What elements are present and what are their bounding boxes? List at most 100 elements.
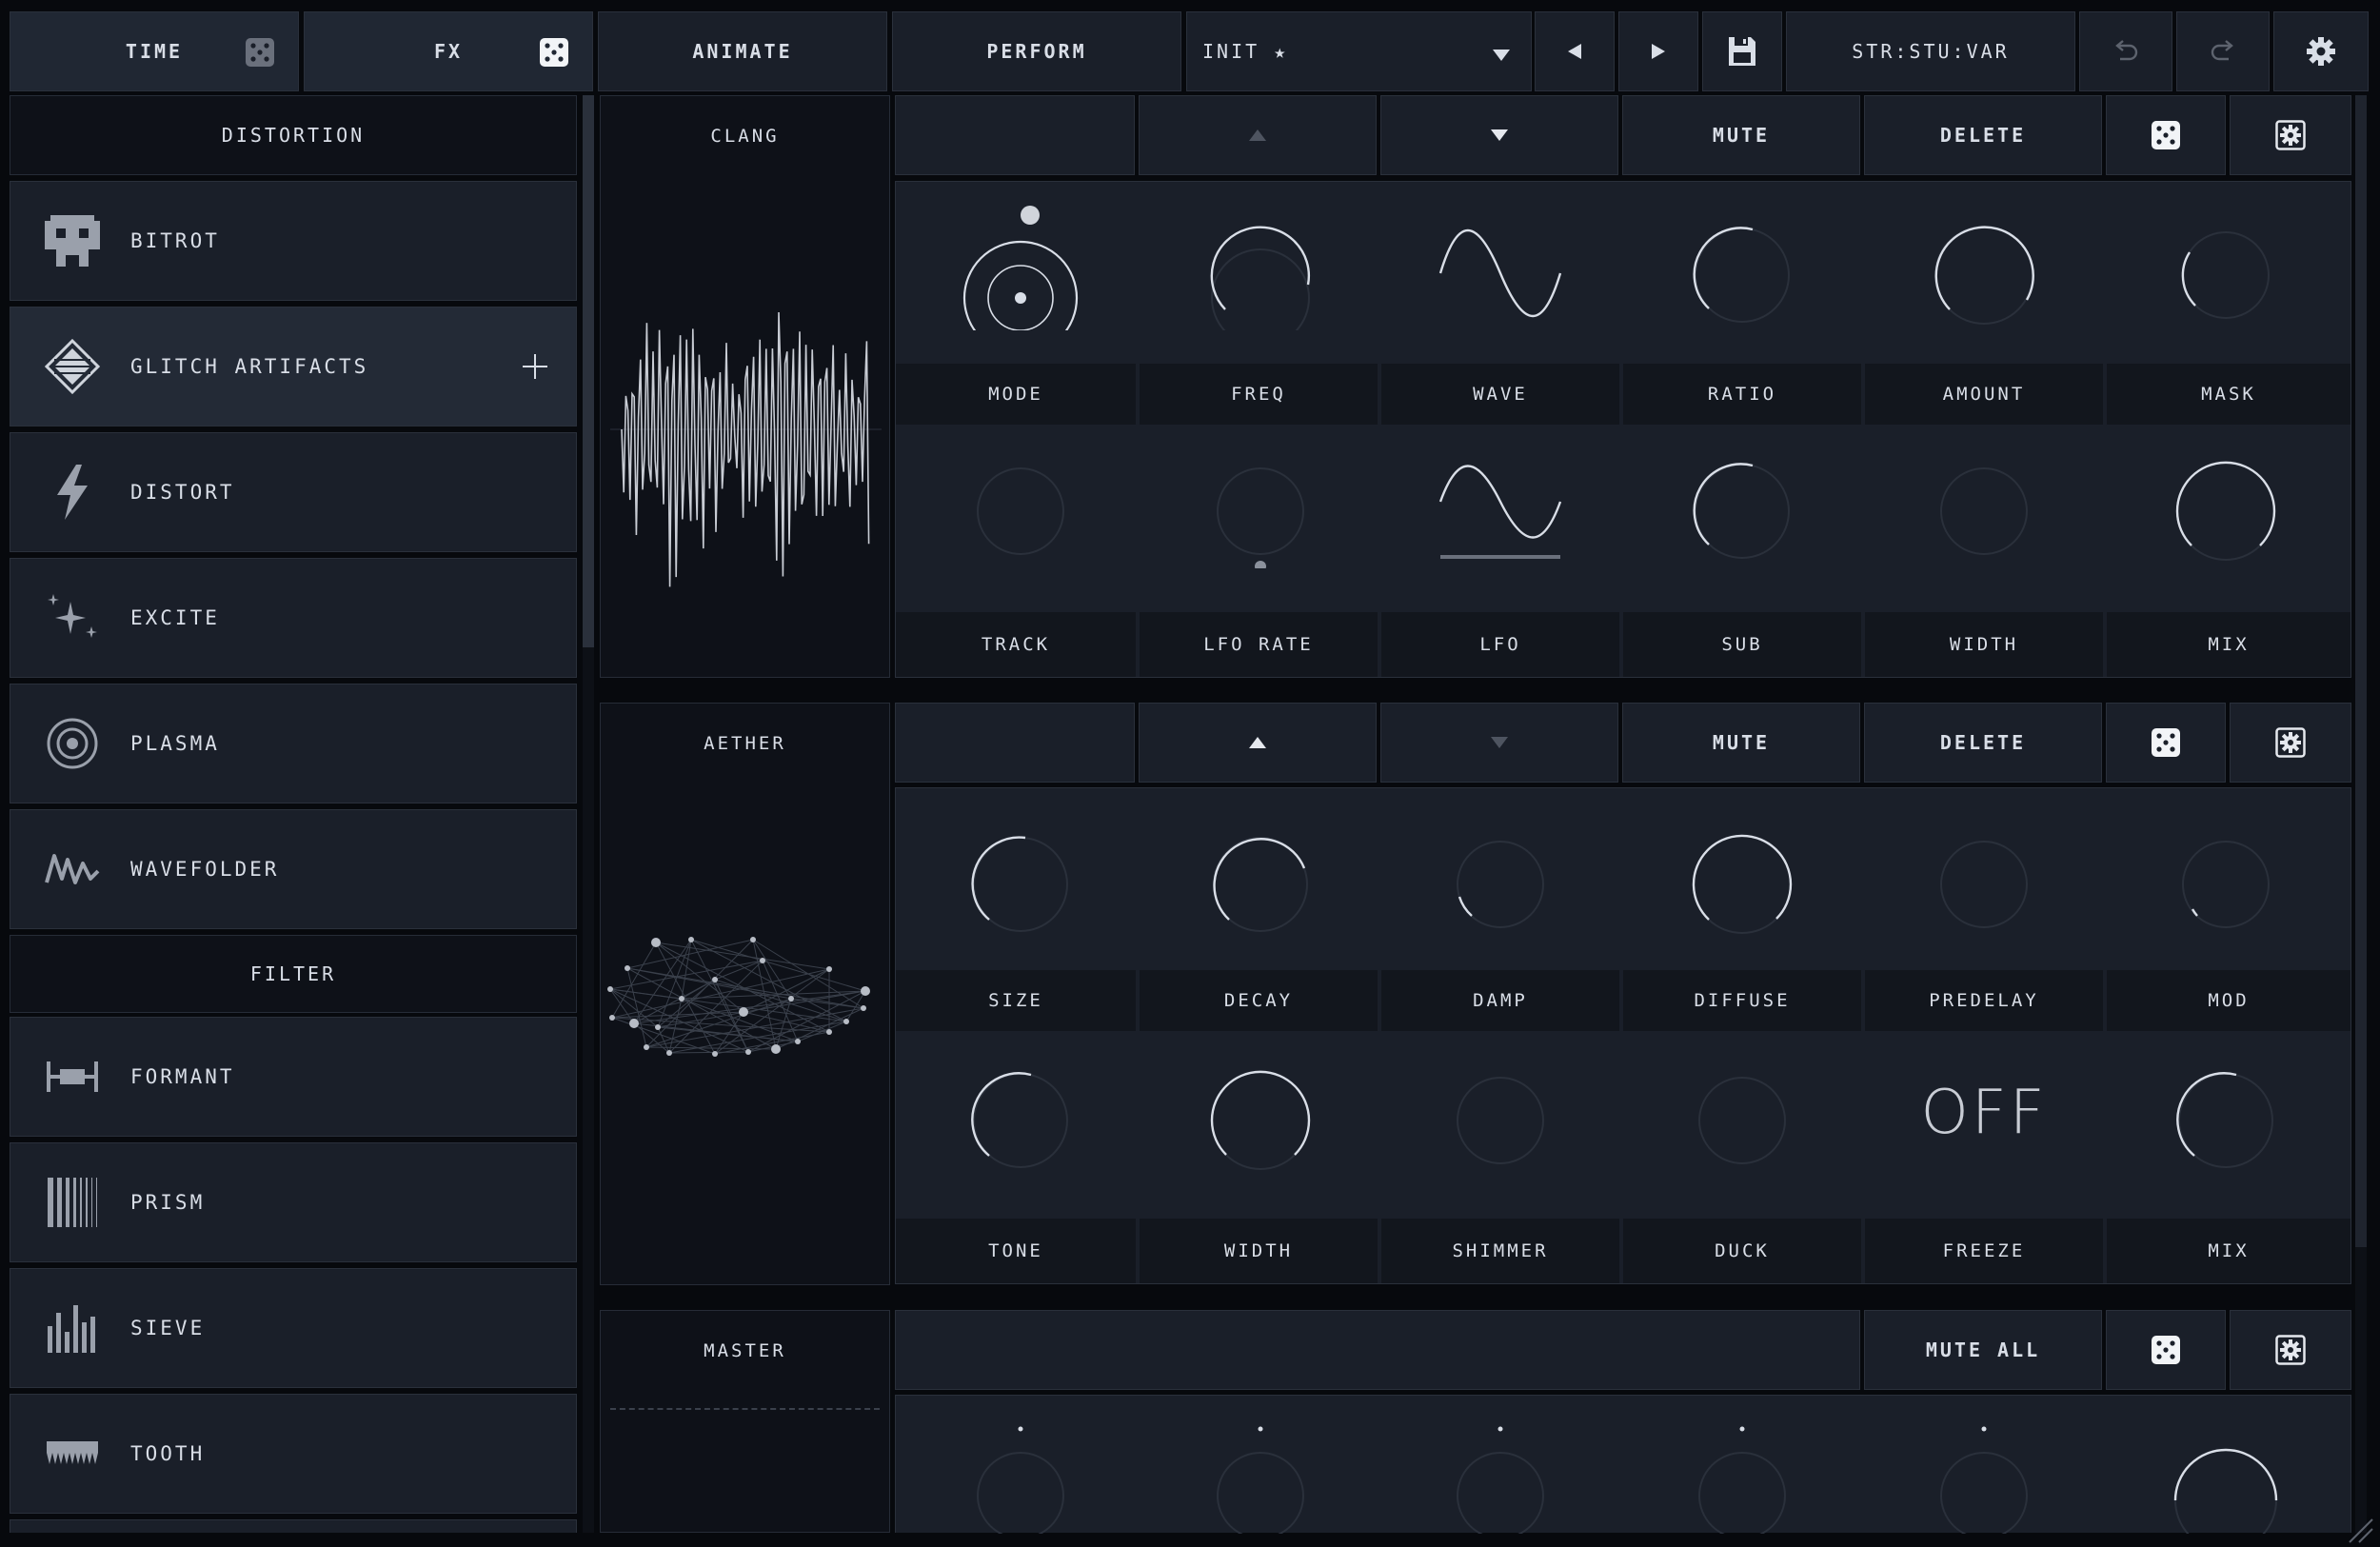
tab-animate[interactable]: ANIMATE [598, 11, 887, 91]
aether-move-down-button[interactable] [1380, 703, 1618, 783]
aether-size-knob[interactable] [949, 813, 1092, 937]
aether-move-up-button[interactable] [1139, 703, 1377, 783]
tab-time-label: TIME [125, 40, 184, 63]
master-volume-knob[interactable] [2154, 1424, 2297, 1534]
redo-button[interactable] [2176, 11, 2270, 91]
gear-icon [2307, 37, 2335, 66]
clang-move-down-button[interactable] [1380, 95, 1618, 175]
aether-freeze-value[interactable]: OFF [1913, 1051, 2055, 1175]
clang-wave-sine-icon[interactable] [1429, 207, 1572, 330]
next-preset-button[interactable] [1618, 11, 1698, 91]
master-knob[interactable] [1189, 1424, 1332, 1534]
clang-ratio-knob[interactable] [1671, 207, 1814, 330]
clang-settings-button[interactable] [2230, 95, 2351, 175]
dice-icon [2152, 1336, 2180, 1364]
master-randomize-button[interactable] [2106, 1310, 2226, 1390]
sidebar-item-label: SIEVE [130, 1317, 206, 1339]
master-settings-button[interactable] [2230, 1310, 2351, 1390]
clang-label: TRACK [896, 612, 1136, 677]
aether-name-field[interactable] [895, 703, 1135, 783]
clang-width-knob[interactable] [1913, 445, 2055, 568]
clang-sub-knob[interactable] [1671, 445, 1814, 568]
sidebar-item-glitch-artifacts[interactable]: GLITCH ARTIFACTS [10, 307, 577, 426]
clang-amount-knob[interactable] [1913, 207, 2055, 330]
clang-name-field[interactable] [895, 95, 1135, 175]
clang-mode-indicator-icon [1021, 206, 1040, 225]
preset-name: INIT ★ [1202, 40, 1289, 63]
clang-mask-knob[interactable] [2154, 207, 2297, 330]
clang-move-up-button[interactable] [1139, 95, 1377, 175]
undo-button[interactable] [2079, 11, 2172, 91]
master-level-line [610, 1408, 880, 1410]
aether-settings-button[interactable] [2230, 703, 2351, 783]
sidebar-item-label: PLASMA [130, 732, 220, 755]
aether-duck-knob[interactable] [1671, 1051, 1814, 1175]
settings-button[interactable] [2273, 11, 2369, 91]
dice-icon[interactable] [245, 37, 275, 72]
clang-freq-knob[interactable] [1189, 207, 1332, 330]
sidebar-item-prism[interactable]: PRISM [10, 1142, 577, 1262]
sidebar-item-partial [10, 1519, 577, 1533]
prev-preset-button[interactable] [1535, 11, 1615, 91]
clang-track-knob[interactable] [949, 445, 1092, 568]
sidebar-item-plasma[interactable]: PLASMA [10, 684, 577, 803]
clang-mute-button[interactable]: MUTE [1622, 95, 1860, 175]
tab-fx[interactable]: FX [304, 11, 593, 91]
clang-label: MODE [896, 364, 1136, 425]
aether-tone-knob[interactable] [949, 1051, 1092, 1175]
aether-mix-knob[interactable] [2154, 1051, 2297, 1175]
main-scrollbar-track[interactable] [2355, 95, 2367, 1533]
sidebar-item-distort[interactable]: DISTORT [10, 432, 577, 552]
resize-grip-icon[interactable] [2346, 1517, 2374, 1544]
master-knob[interactable] [1913, 1424, 2055, 1534]
tab-time[interactable]: TIME [10, 11, 299, 91]
aether-shimmer-knob[interactable] [1429, 1051, 1572, 1175]
sidebar-item-tooth[interactable]: TOOTH [10, 1394, 577, 1514]
clang-lfo-wave-icon[interactable] [1429, 445, 1572, 568]
master-knob[interactable] [1671, 1424, 1814, 1534]
sidebar-item-sieve[interactable]: SIEVE [10, 1268, 577, 1388]
master-name-field[interactable] [895, 1310, 1860, 1390]
sidebar-item-label: PRISM [130, 1191, 206, 1214]
aether-delete-button[interactable]: DELETE [1864, 703, 2102, 783]
sidebar-item-label: WAVEFOLDER [130, 858, 280, 881]
sidebar-scrollbar-track[interactable] [583, 95, 594, 1533]
aether-mod-knob[interactable] [2154, 813, 2297, 937]
sidebar-item-formant[interactable]: FORMANT [10, 1017, 577, 1137]
sidebar-item-label: EXCITE [130, 606, 220, 629]
aether-label: SHIMMER [1381, 1219, 1619, 1283]
section-header-filter-label: FILTER [249, 962, 337, 985]
clang-lfo-rate-knob[interactable] [1189, 445, 1332, 568]
aether-mute-button[interactable]: MUTE [1622, 703, 1860, 783]
sidebar-scrollbar-thumb[interactable] [583, 95, 594, 647]
gear-box-icon [2275, 120, 2306, 150]
variation-display[interactable]: STR:STU:VAR [1786, 11, 2075, 91]
clang-label: WAVE [1381, 364, 1619, 425]
master-mute-all-button[interactable]: MUTE ALL [1864, 1310, 2102, 1390]
clang-randomize-button[interactable] [2106, 95, 2226, 175]
tab-fx-label: FX [433, 40, 464, 63]
aether-diffuse-knob[interactable] [1671, 813, 1814, 937]
preset-dropdown[interactable]: INIT ★ [1186, 11, 1532, 91]
aether-damp-knob[interactable] [1429, 813, 1572, 937]
sidebar-item-bitrot[interactable]: BITROT [10, 181, 577, 301]
clang-delete-button[interactable]: DELETE [1864, 95, 2102, 175]
tab-perform[interactable]: PERFORM [892, 11, 1181, 91]
sidebar-item-wavefolder[interactable]: WAVEFOLDER [10, 809, 577, 929]
save-button[interactable] [1702, 11, 1782, 91]
main-scrollbar-thumb[interactable] [2355, 95, 2367, 1247]
aether-randomize-button[interactable] [2106, 703, 2226, 783]
plus-icon[interactable] [523, 354, 547, 383]
sparkle-icon [39, 585, 106, 651]
aether-decay-knob[interactable] [1189, 813, 1332, 937]
dice-icon[interactable] [539, 37, 569, 72]
variation-label: STR:STU:VAR [1852, 40, 2010, 63]
redo-icon [2211, 40, 2233, 61]
sidebar-item-excite[interactable]: EXCITE [10, 558, 577, 678]
aether-predelay-knob[interactable] [1913, 813, 2055, 937]
master-knob[interactable] [949, 1424, 1092, 1534]
clang-mix-knob[interactable] [2154, 445, 2297, 568]
sidebar-item-label: GLITCH ARTIFACTS [130, 355, 369, 378]
aether-width-knob[interactable] [1189, 1051, 1332, 1175]
master-knob[interactable] [1429, 1424, 1572, 1534]
